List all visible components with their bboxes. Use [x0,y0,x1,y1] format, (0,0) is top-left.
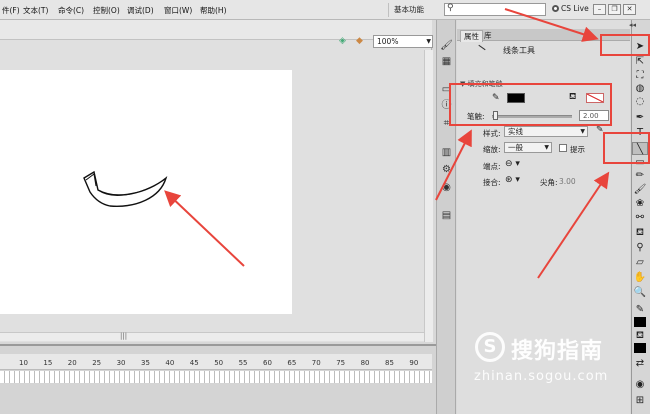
watermark-title: 搜狗指南 [511,339,604,364]
watermark-url: zhinan.sogou.com [474,369,609,384]
sogou-logo: S [475,332,505,362]
